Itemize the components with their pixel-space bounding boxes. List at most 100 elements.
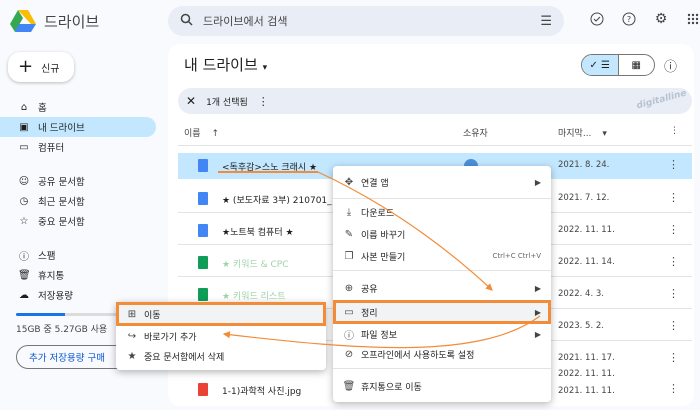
storage-bar-fill	[16, 313, 65, 316]
sidebar-item-my-drive[interactable]: ▣ 내 드라이브	[0, 117, 156, 137]
file-name: ★ 키워드 & CPC	[222, 260, 289, 270]
more-vert-icon[interactable]: ⋮	[668, 158, 679, 171]
more-vert-icon[interactable]: ⋮	[668, 319, 679, 332]
sidebar-item-trash[interactable]: 🗑 휴지통	[0, 265, 156, 285]
help-icon[interactable]: ?	[620, 10, 638, 28]
apps-grid-icon[interactable]	[684, 10, 700, 28]
svg-text:?: ?	[627, 15, 631, 24]
menu-item-label: 정리	[361, 308, 378, 319]
sidebar-item-spam[interactable]: ⓘ 스팸	[0, 245, 156, 265]
sidebar-item-label: 내 드라이브	[38, 123, 85, 134]
menu-item-label: 공유	[361, 284, 378, 295]
grid-view-icon[interactable]: ▦	[619, 55, 655, 75]
header-icons: ? ⚙	[588, 10, 700, 28]
divider	[178, 145, 692, 146]
computer-icon: ▭	[19, 141, 29, 153]
column-header-owner[interactable]: 소유자	[463, 126, 488, 139]
file-name: ★ (보도자료 3부) 210701_	[222, 196, 332, 206]
more-vert-icon[interactable]: ⋮	[668, 351, 679, 364]
sidebar-item-computers[interactable]: ▭ 컴퓨터	[0, 137, 156, 157]
submenu-item-move[interactable]: ⊞ 이동	[116, 302, 326, 326]
list-view-icon[interactable]: ✓ ☰	[582, 55, 619, 75]
chevron-down-icon: ▾	[262, 63, 268, 73]
share-icon: ⊕	[344, 282, 354, 294]
sidebar-item-label: 저장용량	[38, 291, 73, 302]
sidebar-item-label: 스팸	[38, 251, 56, 262]
menu-item-rename[interactable]: ✎ 이름 바꾸기	[333, 224, 551, 244]
menu-item-label: 연결 앱	[361, 178, 389, 189]
offline-icon: ⊘	[344, 348, 354, 360]
menu-divider	[333, 198, 551, 199]
my-drive-icon: ▣	[19, 121, 29, 133]
search-options-icon[interactable]: ☰	[540, 14, 552, 29]
sort-down-icon: ▾	[602, 129, 607, 139]
menu-divider	[333, 270, 551, 271]
menu-item-label: 중요 문서함에서 삭제	[144, 352, 225, 363]
chevron-right-icon: ▶	[534, 329, 541, 339]
view-toggle[interactable]: ✓ ☰ ▦	[581, 54, 655, 76]
file-name: ★노트북 컴퓨터 ★	[222, 228, 294, 238]
menu-item-download[interactable]: ⤓ 다운로드	[333, 202, 551, 222]
menu-item-open-with[interactable]: ✥ 연결 앱 ▶	[333, 172, 551, 192]
shared-icon: ☺	[18, 175, 30, 187]
offline-check-icon[interactable]	[588, 10, 606, 28]
more-vert-icon[interactable]: ⋮	[668, 255, 679, 268]
sidebar-item-label: 최근 문서함	[38, 197, 85, 208]
sheet-icon	[198, 256, 208, 269]
sidebar-item-label: 중요 문서함	[38, 217, 85, 228]
page-title[interactable]: 내 드라이브 ▾	[184, 54, 267, 75]
search-bar[interactable]: 드라이브에서 검색 ☰	[168, 6, 564, 36]
details-info-icon[interactable]: ⓘ	[664, 56, 677, 75]
sidebar-item-home[interactable]: ⌂ 홈	[0, 97, 156, 117]
trash-icon: 🗑	[18, 269, 31, 281]
column-name-label: 이름	[184, 129, 201, 139]
buy-storage-button[interactable]: 추가 저장용량 구매	[16, 345, 128, 369]
spam-icon: ⓘ	[19, 251, 29, 263]
doc-icon	[198, 224, 208, 237]
more-vert-icon[interactable]: ⋮	[668, 382, 679, 395]
search-icon[interactable]	[180, 13, 193, 29]
menu-item-organize[interactable]: ▭ 정리 ▶	[333, 300, 551, 324]
file-date: 2023. 5. 2.	[558, 321, 604, 331]
menu-item-label: 다운로드	[361, 208, 395, 219]
selection-bar: ✕ 1개 선택됨 ⋮	[178, 88, 692, 114]
annotation-underline	[218, 171, 318, 173]
file-name: ★ 키워드 리스트	[222, 292, 286, 302]
file-date: 2021. 11. 17.	[558, 353, 615, 363]
file-date: 2022. 11. 11.	[558, 225, 615, 235]
storage-usage-text: 15GB 중 5.27GB 사용	[16, 325, 108, 335]
close-icon[interactable]: ✕	[186, 94, 196, 108]
home-icon: ⌂	[20, 101, 28, 113]
organize-folder-icon: ▭	[344, 306, 354, 318]
submenu-item-add-shortcut[interactable]: ↪ 바로가기 추가	[116, 326, 326, 346]
more-vert-icon[interactable]: ⋮	[670, 126, 679, 136]
more-vert-icon[interactable]: ⋮	[258, 95, 269, 108]
submenu-item-unstar[interactable]: ★ 중요 문서함에서 삭제	[116, 346, 326, 366]
column-header-name[interactable]: 이름 ↑	[184, 126, 219, 139]
menu-item-offline[interactable]: ⊘ 오프라인에서 사용하도록 설정	[333, 344, 551, 364]
menu-item-trash[interactable]: 🗑 휴지통으로 이동	[333, 376, 551, 396]
sidebar-item-recent[interactable]: ◷ 최근 문서함	[0, 191, 156, 211]
shortcut-hint: Ctrl+C Ctrl+V	[492, 252, 541, 260]
file-date: 2021. 8. 24.	[558, 160, 610, 170]
menu-item-make-copy[interactable]: ❐ 사본 만들기 Ctrl+C Ctrl+V	[333, 246, 551, 266]
menu-divider	[333, 368, 551, 369]
menu-item-label: 오프라인에서 사용하도록 설정	[361, 350, 475, 361]
menu-item-share[interactable]: ⊕ 공유 ▶	[333, 278, 551, 298]
star-icon: ★	[127, 350, 137, 362]
selection-count: 1개 선택됨	[206, 97, 248, 108]
rename-icon: ✎	[344, 228, 354, 240]
menu-item-file-info[interactable]: ⓘ 파일 정보 ▶	[333, 324, 551, 344]
sidebar-item-shared[interactable]: ☺ 공유 문서함	[0, 171, 156, 191]
download-icon: ⤓	[346, 206, 352, 218]
sheet-icon	[198, 288, 208, 301]
settings-icon[interactable]: ⚙	[652, 10, 670, 28]
more-vert-icon[interactable]: ⋮	[668, 287, 679, 300]
menu-item-label: 파일 정보	[361, 330, 397, 341]
search-input[interactable]: 드라이브에서 검색	[203, 13, 287, 29]
sidebar-item-starred[interactable]: ☆ 중요 문서함	[0, 211, 156, 231]
file-name: 1-1)과학적 사진.jpg	[222, 387, 302, 397]
more-vert-icon[interactable]: ⋮	[668, 223, 679, 236]
column-header-modified[interactable]: 마지막... ▾	[558, 126, 607, 139]
more-vert-icon[interactable]: ⋮	[668, 191, 679, 204]
